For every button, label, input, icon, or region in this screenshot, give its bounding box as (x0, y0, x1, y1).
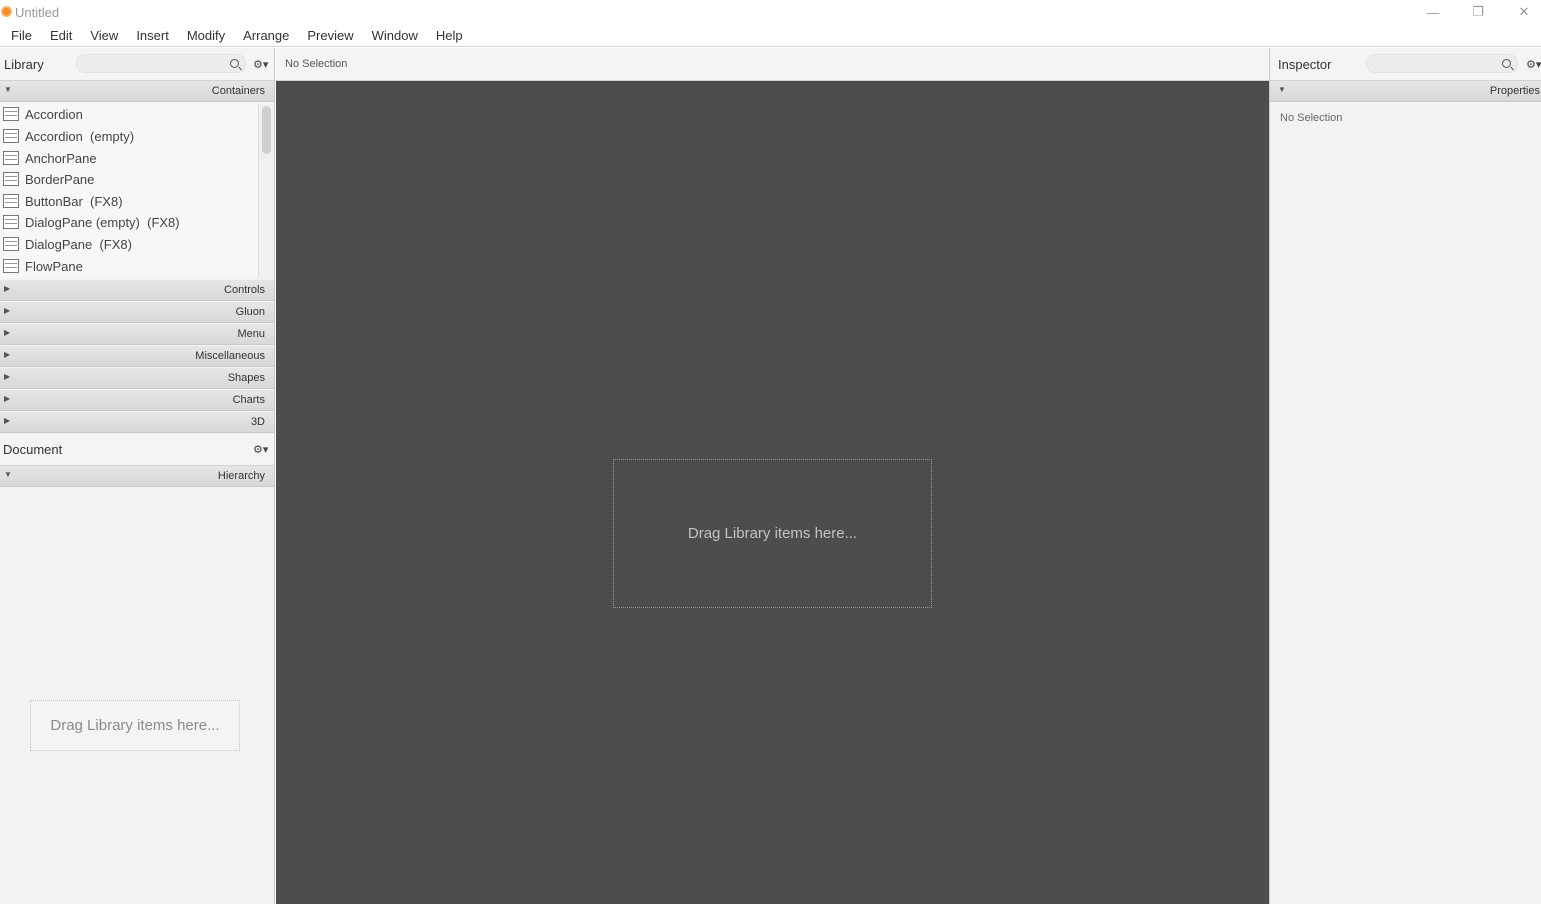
section-properties[interactable]: ▼ Properties (1270, 81, 1541, 102)
inspector-search-input[interactable] (1366, 54, 1518, 73)
accordion-icon (3, 129, 19, 143)
library-item-anchorpane[interactable]: AnchorPane (0, 148, 258, 169)
section-hierarchy[interactable]: ▼ Hierarchy (0, 466, 274, 487)
section-3d[interactable]: ▶ 3D (0, 412, 274, 433)
document-title: Document (3, 442, 63, 457)
selection-breadcrumb: No Selection (285, 58, 348, 70)
library-title: Library (4, 57, 44, 72)
inspector-header: Inspector ⚙▾ (1270, 48, 1541, 81)
restore-button[interactable]: ❐ (1455, 0, 1501, 24)
search-icon (230, 59, 239, 68)
library-header: Library ⚙▾ (0, 48, 274, 81)
library-item-flowpane[interactable]: FlowPane (0, 256, 258, 277)
accordion-icon (3, 107, 19, 121)
arrow-right-icon: ▶ (4, 350, 11, 359)
section-menu[interactable]: ▶ Menu (0, 324, 274, 345)
library-item-dialogpane[interactable]: DialogPane (FX8) (0, 234, 258, 255)
canvas-drop-zone[interactable]: Drag Library items here... (613, 459, 932, 608)
menu-help[interactable]: Help (427, 24, 472, 47)
inspector-title: Inspector (1278, 57, 1332, 72)
app-icon (1, 6, 12, 17)
menu-view[interactable]: View (81, 24, 127, 47)
library-item-accordion[interactable]: Accordion (0, 104, 258, 125)
title-bar: Untitled — ❐ ✕ (0, 0, 1541, 24)
inspector-gear-icon[interactable]: ⚙▾ (1526, 58, 1541, 71)
section-gluon[interactable]: ▶ Gluon (0, 302, 274, 323)
arrow-down-icon: ▼ (4, 85, 12, 94)
buttonbar-icon (3, 194, 19, 208)
arrow-right-icon: ▶ (4, 372, 11, 381)
dialogpane-icon (3, 237, 19, 251)
library-item-accordion-empty[interactable]: Accordion (empty) (0, 126, 258, 147)
library-item-borderpane[interactable]: BorderPane (0, 169, 258, 190)
library-gear-icon[interactable]: ⚙▾ (253, 58, 268, 71)
menu-preview[interactable]: Preview (298, 24, 362, 47)
window-title: Untitled (15, 5, 60, 20)
arrow-down-icon: ▼ (1278, 85, 1286, 94)
content-canvas[interactable]: Drag Library items here... (276, 81, 1269, 904)
menu-insert[interactable]: Insert (127, 24, 178, 47)
content-header: No Selection (276, 48, 1269, 81)
section-containers[interactable]: ▼ Containers (0, 81, 274, 102)
section-charts[interactable]: ▶ Charts (0, 390, 274, 411)
library-scroll-thumb[interactable] (262, 106, 271, 154)
menu-file[interactable]: File (2, 24, 41, 47)
arrow-right-icon: ▶ (4, 284, 11, 293)
arrow-right-icon: ▶ (4, 394, 11, 403)
menu-modify[interactable]: Modify (178, 24, 234, 47)
arrow-right-icon: ▶ (4, 416, 11, 425)
left-panel: Library ⚙▾ ▼ Containers Accordion Accord… (0, 48, 275, 904)
inspector-no-selection: No Selection (1280, 112, 1343, 124)
dialogpane-icon (3, 215, 19, 229)
close-button[interactable]: ✕ (1501, 0, 1541, 24)
section-controls[interactable]: ▶ Controls (0, 280, 274, 301)
menu-window[interactable]: Window (363, 24, 427, 47)
anchorpane-icon (3, 151, 19, 165)
flowpane-icon (3, 259, 19, 273)
search-icon (1502, 59, 1511, 68)
document-gear-icon[interactable]: ⚙▾ (253, 443, 268, 456)
minimize-button[interactable]: — (1410, 0, 1456, 24)
arrow-down-icon: ▼ (4, 470, 12, 479)
library-list: Accordion Accordion (empty) AnchorPane B… (0, 104, 274, 278)
hierarchy-drop-zone[interactable]: Drag Library items here... (30, 700, 240, 751)
menu-bar: File Edit View Insert Modify Arrange Pre… (0, 24, 1541, 47)
section-miscellaneous[interactable]: ▶ Miscellaneous (0, 346, 274, 367)
library-search-input[interactable] (76, 54, 246, 73)
inspector-panel: Inspector ⚙▾ ▼ Properties No Selection (1269, 48, 1541, 904)
document-header: Document ⚙▾ (0, 433, 274, 466)
section-shapes[interactable]: ▶ Shapes (0, 368, 274, 389)
library-item-buttonbar[interactable]: ButtonBar (FX8) (0, 191, 258, 212)
library-item-dialogpane-empty[interactable]: DialogPane (empty) (FX8) (0, 212, 258, 233)
arrow-right-icon: ▶ (4, 328, 11, 337)
menu-edit[interactable]: Edit (41, 24, 81, 47)
menu-arrange[interactable]: Arrange (234, 24, 298, 47)
borderpane-icon (3, 172, 19, 186)
arrow-right-icon: ▶ (4, 306, 11, 315)
